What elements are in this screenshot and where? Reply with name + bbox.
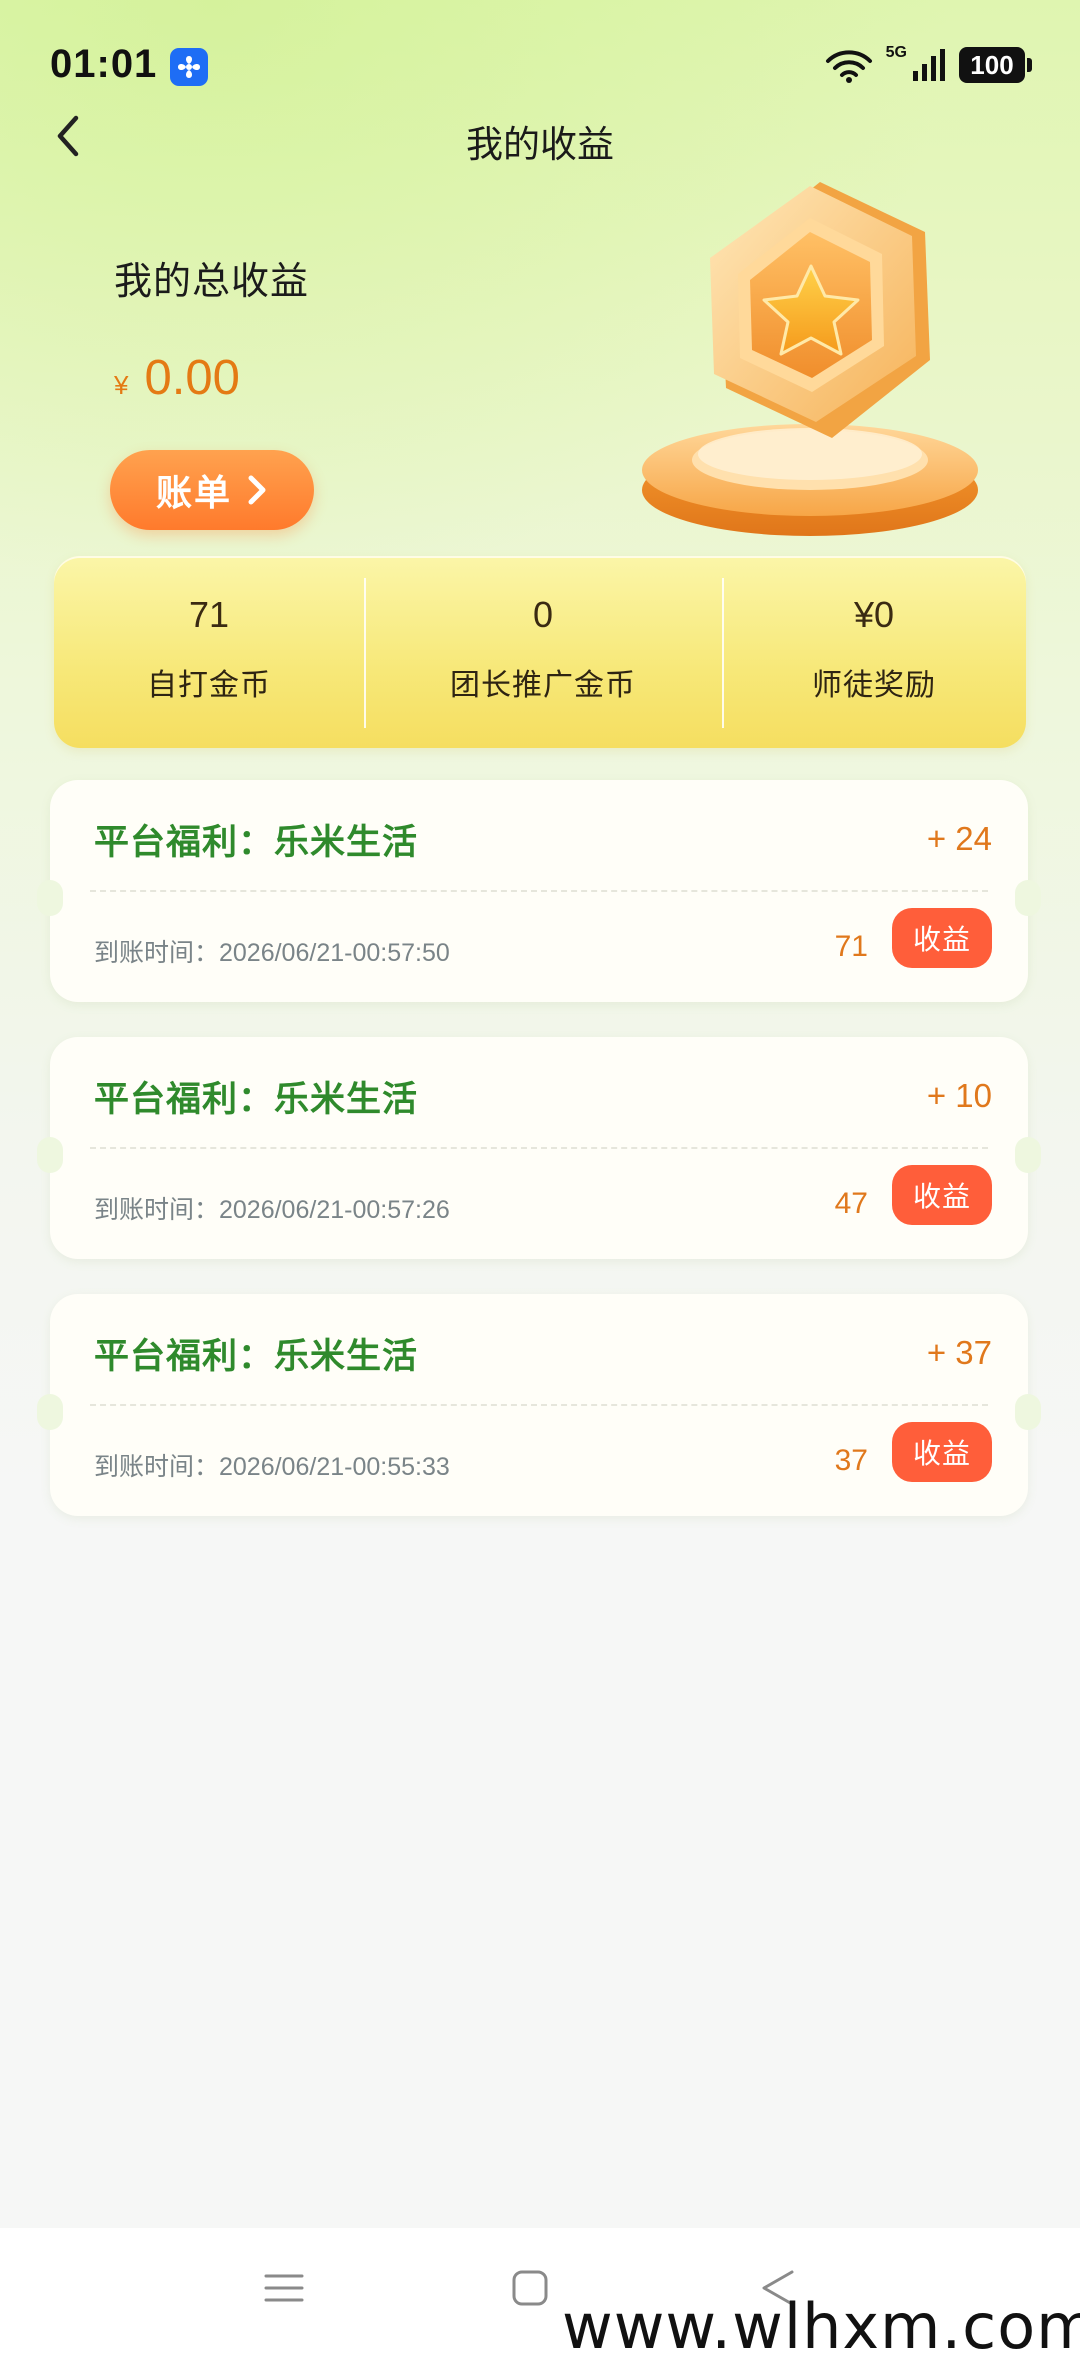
chevron-right-icon bbox=[248, 475, 266, 505]
ticket-notch bbox=[37, 880, 63, 916]
stat-leader-promo-coins[interactable]: 0 团长推广金币 bbox=[364, 556, 722, 748]
ticket-notch bbox=[1015, 880, 1041, 916]
earning-record[interactable]: 平台福利：乐米生活 + 37 到账时间：2026/06/21-00:55:33 … bbox=[37, 1294, 1041, 1516]
star-medal-icon bbox=[642, 182, 978, 536]
record-title: 平台福利：乐米生活 bbox=[94, 1080, 419, 1119]
record-time: 到账时间：2026/06/21-00:57:26 bbox=[94, 1196, 450, 1224]
menu-icon[interactable] bbox=[264, 2268, 304, 2308]
earning-record[interactable]: 平台福利：乐米生活 + 10 到账时间：2026/06/21-00:57:26 … bbox=[37, 1037, 1041, 1259]
battery-icon: 100 bbox=[959, 47, 1032, 83]
status-bar: 01:01 5G 100 bbox=[0, 0, 1080, 120]
record-delta: + 10 bbox=[926, 1077, 992, 1114]
total-earnings-label: 我的总收益 bbox=[114, 261, 310, 303]
income-tag-button[interactable]: 收益 bbox=[892, 1165, 992, 1225]
status-indicators: 5G 100 bbox=[824, 44, 1032, 85]
watermark-text: www.wlhxm.com bbox=[562, 2290, 1080, 2362]
record-balance: 71 bbox=[834, 930, 868, 963]
status-time: 01:01 bbox=[50, 42, 158, 86]
currency-symbol: ¥ bbox=[114, 370, 129, 400]
app-notification-icon bbox=[170, 48, 208, 86]
stat-value: 71 bbox=[188, 594, 230, 635]
record-title: 平台福利：乐米生活 bbox=[94, 823, 419, 862]
ticket-notch bbox=[37, 1137, 63, 1173]
income-tag-button[interactable]: 收益 bbox=[892, 1422, 992, 1482]
stat-label: 自打金币 bbox=[147, 669, 271, 702]
stat-value: 0 bbox=[532, 594, 554, 635]
dashed-divider bbox=[90, 890, 988, 892]
record-balance: 47 bbox=[834, 1187, 868, 1220]
ticket-notch bbox=[1015, 1137, 1041, 1173]
record-delta: + 37 bbox=[926, 1334, 992, 1371]
dashed-divider bbox=[90, 1147, 988, 1149]
record-time: 到账时间：2026/06/21-00:57:50 bbox=[94, 939, 450, 967]
earnings-screen: 01:01 5G 100 我的收益 我的总收益 ¥ 0.00 账单 71 自打金… bbox=[0, 0, 1080, 2362]
record-time: 到账时间：2026/06/21-00:55:33 bbox=[94, 1453, 450, 1481]
stat-self-coins[interactable]: 71 自打金币 bbox=[54, 556, 364, 748]
total-earnings-value: 0.00 bbox=[144, 351, 240, 405]
dashed-divider bbox=[90, 1404, 988, 1406]
record-balance: 37 bbox=[834, 1444, 868, 1477]
signal-icon bbox=[913, 49, 945, 81]
stats-card: 71 自打金币 0 团长推广金币 ¥0 师徒奖励 bbox=[54, 556, 1026, 748]
page-title: 我的收益 bbox=[466, 124, 614, 165]
ticket-notch bbox=[1015, 1394, 1041, 1430]
total-earnings-amount: ¥ 0.00 bbox=[114, 350, 240, 406]
home-icon[interactable] bbox=[510, 2268, 550, 2308]
battery-level: 100 bbox=[970, 49, 1014, 80]
record-title: 平台福利：乐米生活 bbox=[94, 1337, 419, 1376]
stat-label: 师徒奖励 bbox=[812, 669, 936, 702]
bill-button-label: 账单 bbox=[155, 472, 232, 513]
stat-value: ¥0 bbox=[853, 594, 895, 635]
stat-label: 团长推广金币 bbox=[450, 669, 636, 702]
ticket-notch bbox=[37, 1394, 63, 1430]
bill-button[interactable]: 账单 bbox=[110, 450, 314, 530]
wifi-icon bbox=[825, 50, 872, 83]
stat-mentor-rewards[interactable]: ¥0 师徒奖励 bbox=[722, 556, 1026, 748]
earning-record[interactable]: 平台福利：乐米生活 + 24 到账时间：2026/06/21-00:57:50 … bbox=[37, 780, 1041, 1002]
record-delta: + 24 bbox=[926, 820, 992, 857]
income-tag-button[interactable]: 收益 bbox=[892, 908, 992, 968]
network-type-label: 5G bbox=[885, 44, 907, 61]
